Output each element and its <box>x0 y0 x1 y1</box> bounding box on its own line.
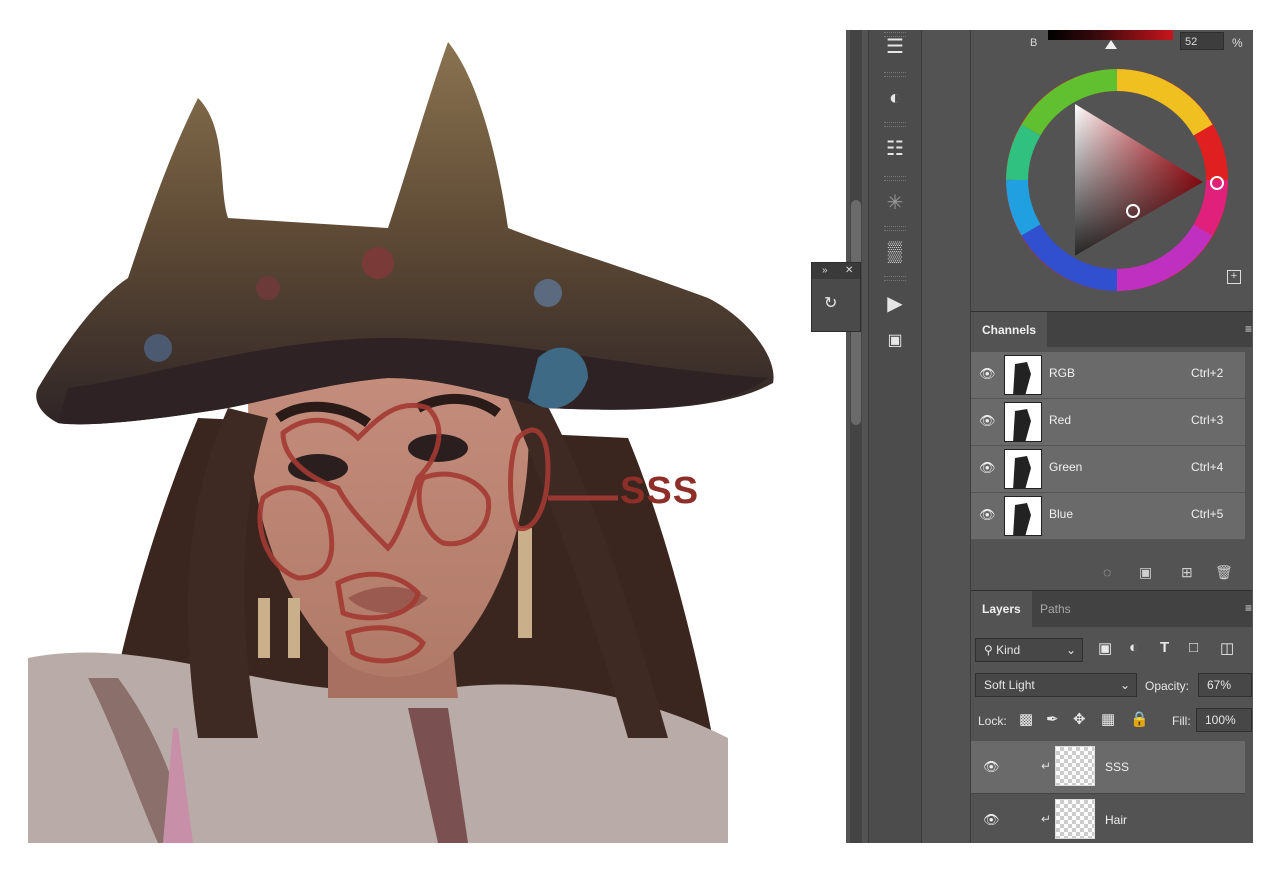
brightness-slider[interactable] <box>1048 30 1173 40</box>
burst-icon[interactable]: ✳ <box>869 182 921 222</box>
channel-name: RGB <box>1049 366 1076 380</box>
channel-name: Blue <box>1049 507 1074 521</box>
panel-menu-icon[interactable]: ≡ <box>1245 322 1252 336</box>
play-icon[interactable]: ▶ <box>869 283 921 323</box>
color-wheel[interactable] <box>1005 68 1229 292</box>
eye-icon[interactable]: 👁 <box>979 460 996 476</box>
brightness-label: B <box>1030 37 1038 49</box>
layer-name: Hair <box>1105 813 1128 827</box>
floating-panel-header[interactable]: » ✕ <box>812 263 860 279</box>
histogram-icon[interactable]: ▒ <box>869 232 921 272</box>
clipping-arrow-icon: ↵ <box>1041 759 1052 773</box>
floating-history-panel[interactable]: » ✕ ↻ <box>811 262 861 332</box>
scrollbar[interactable] <box>850 30 862 843</box>
chevron-down-icon: ⌄ <box>1065 643 1076 657</box>
pixel-filter-icon[interactable]: ▣ <box>1098 639 1112 657</box>
filter-kind-select[interactable]: ⚲ Kind ⌄ <box>975 638 1083 662</box>
channel-name: Red <box>1049 413 1072 427</box>
lock-all-icon[interactable]: 🔒 <box>1130 710 1149 728</box>
lock-transparent-icon[interactable]: ▩ <box>1019 710 1033 728</box>
channel-thumbnail <box>1004 402 1042 442</box>
layer-row[interactable]: 👁 ↵ Hair <box>971 793 1245 846</box>
layer-thumbnail <box>1055 799 1095 839</box>
channel-shortcut: Ctrl+5 <box>1191 507 1224 521</box>
eye-icon[interactable]: 👁 <box>979 366 996 382</box>
close-icon[interactable]: ✕ <box>845 265 853 276</box>
tab-channels[interactable]: Channels <box>971 312 1048 348</box>
brush-settings-icon[interactable]: ☰ <box>869 26 921 66</box>
load-selection-icon[interactable]: ◌ <box>1103 564 1111 580</box>
type-filter-icon[interactable]: T <box>1160 639 1169 656</box>
history-icon[interactable]: ↻ <box>824 293 837 313</box>
channels-tabbar: Channels ≡ <box>971 311 1252 348</box>
artwork-canvas <box>28 42 774 843</box>
add-swatch-icon[interactable]: + <box>1227 270 1241 284</box>
grip-handle[interactable] <box>884 276 906 281</box>
clipping-arrow-icon: ↵ <box>1041 812 1052 826</box>
filter-kind-label: Kind <box>996 643 1021 657</box>
fill-field[interactable]: 100% <box>1196 708 1252 732</box>
shape-filter-icon[interactable]: □ <box>1189 639 1198 656</box>
tab-layers[interactable]: Layers <box>971 591 1032 627</box>
grip-handle[interactable] <box>884 226 906 231</box>
chevron-down-icon: ⌄ <box>1119 678 1130 692</box>
new-channel-icon[interactable]: ⊞ <box>1181 564 1193 581</box>
lock-image-icon[interactable]: ✒ <box>1046 710 1059 728</box>
lock-label: Lock: <box>978 714 1007 728</box>
blend-mode-value: Soft Light <box>984 678 1035 692</box>
channel-shortcut: Ctrl+4 <box>1191 460 1224 474</box>
layer-thumbnail <box>1055 746 1095 786</box>
channel-row[interactable]: 👁 Green Ctrl+4 <box>971 446 1245 493</box>
lock-artboard-icon[interactable]: ▦ <box>1101 710 1115 728</box>
brightness-slider-thumb[interactable] <box>1105 40 1117 49</box>
opacity-field[interactable]: 67% <box>1198 673 1252 697</box>
eye-icon[interactable]: 👁 <box>979 413 996 429</box>
grip-handle[interactable] <box>884 176 906 181</box>
smart-object-filter-icon[interactable]: ◫ <box>1220 639 1234 657</box>
channel-thumbnail <box>1004 449 1042 489</box>
channel-shortcut: Ctrl+3 <box>1191 413 1224 427</box>
panel-icon-column: ☰ ◐ ☷ ✳ ▒ ▶ ▣ <box>868 30 922 843</box>
channel-thumbnail <box>1004 355 1042 395</box>
brightness-value-field[interactable]: 52 <box>1180 32 1224 50</box>
layer-row[interactable]: 👁 ↵ SSS <box>971 741 1245 793</box>
channel-row[interactable]: 👁 Blue Ctrl+5 <box>971 493 1245 540</box>
tab-paths[interactable]: Paths <box>1029 591 1082 627</box>
channel-row[interactable]: 👁 RGB Ctrl+2 <box>971 352 1245 399</box>
adjust-icon[interactable]: ◐ <box>869 78 921 118</box>
opacity-label: Opacity: <box>1145 679 1190 693</box>
expand-icon[interactable]: » <box>822 265 828 276</box>
grip-handle[interactable] <box>884 122 906 127</box>
channel-thumbnail <box>1004 496 1042 536</box>
fill-label: Fill: <box>1172 714 1191 728</box>
trash-icon[interactable]: 🗑 <box>1215 564 1233 581</box>
sliders-icon[interactable]: ☷ <box>869 128 921 168</box>
layer-name: SSS <box>1105 760 1130 774</box>
save-mask-icon[interactable]: ▣ <box>1139 564 1152 581</box>
brightness-unit: % <box>1232 36 1243 50</box>
blend-mode-select[interactable]: Soft Light ⌄ <box>975 673 1137 697</box>
channel-shortcut: Ctrl+2 <box>1191 366 1224 380</box>
search-icon: ⚲ <box>984 643 993 657</box>
panel-menu-icon[interactable]: ≡ <box>1245 601 1252 615</box>
eye-icon[interactable]: 👁 <box>983 812 1000 828</box>
sss-annotation-label: SSS <box>620 470 700 512</box>
layers-tabbar: Layers Paths ≡ <box>971 590 1252 627</box>
channels-footer: ◌ ▣ ⊞ 🗑 <box>971 558 1252 588</box>
eye-icon[interactable]: 👁 <box>983 759 1000 775</box>
plugin-icon[interactable]: ▣ <box>869 320 921 360</box>
grip-handle[interactable] <box>884 72 906 77</box>
lock-position-icon[interactable]: ✥ <box>1073 710 1086 728</box>
channel-name: Green <box>1049 460 1083 474</box>
channel-row[interactable]: 👁 Red Ctrl+3 <box>971 399 1245 446</box>
adjustment-filter-icon[interactable]: ◐ <box>1129 639 1138 656</box>
eye-icon[interactable]: 👁 <box>979 507 996 523</box>
